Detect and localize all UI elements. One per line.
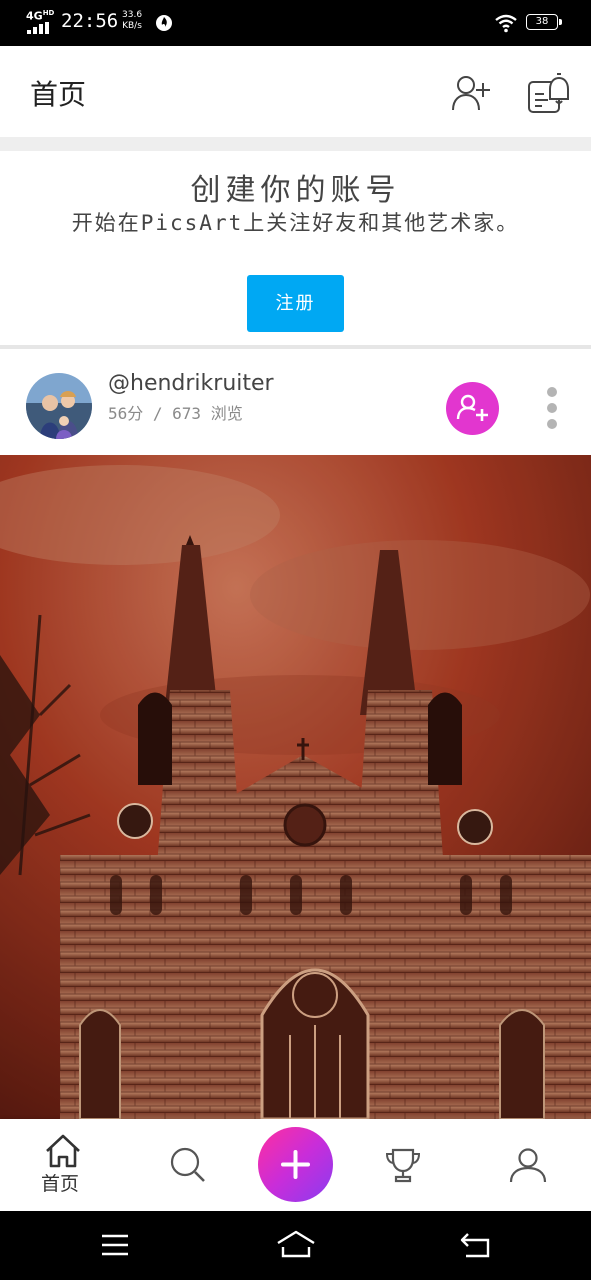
post-meta: 56分 / 673 浏览 xyxy=(108,404,243,423)
follow-button[interactable] xyxy=(446,382,499,435)
app-header: 首页 xyxy=(0,46,591,137)
network-speed: 33.6 KB/s xyxy=(122,10,142,32)
network-type: 4G xyxy=(26,9,43,23)
notification-bell-icon[interactable] xyxy=(526,72,570,116)
trophy-icon xyxy=(385,1148,421,1183)
page-title: 首页 xyxy=(30,78,87,111)
signup-subtitle: 开始在PicsArt上关注好友和其他艺术家。 xyxy=(71,211,520,235)
signup-title: 创建你的账号 xyxy=(190,173,401,208)
person-plus-icon[interactable] xyxy=(450,72,494,116)
nav-contests[interactable] xyxy=(365,1119,445,1211)
network-indicator: 4GHD xyxy=(26,9,54,23)
menu-icon[interactable] xyxy=(100,1233,130,1257)
section-divider xyxy=(0,137,591,151)
nav-profile[interactable] xyxy=(490,1119,570,1211)
back-icon[interactable] xyxy=(458,1231,492,1259)
system-navigation-bar xyxy=(0,1211,591,1280)
avatar[interactable] xyxy=(26,373,92,439)
add-icon xyxy=(281,1150,310,1179)
signup-button[interactable]: 注册 xyxy=(247,275,344,332)
speed-value: 33.6 xyxy=(122,10,143,20)
nav-search[interactable] xyxy=(150,1119,230,1211)
bottom-nav: 首页 xyxy=(0,1119,591,1211)
nav-home-label: 首页 xyxy=(41,1173,80,1195)
signal-icon xyxy=(27,22,51,34)
create-button[interactable] xyxy=(258,1127,333,1202)
wifi-icon xyxy=(495,14,517,33)
follow-person-plus-icon xyxy=(456,394,488,421)
more-vertical-icon[interactable] xyxy=(541,385,563,431)
post-image[interactable] xyxy=(0,455,591,1119)
clock: 22:56 xyxy=(61,10,119,32)
avatar-photo xyxy=(26,373,92,439)
signup-banner: 创建你的账号 开始在PicsArt上关注好友和其他艺术家。 注册 xyxy=(0,151,591,347)
speed-unit: KB/s xyxy=(122,21,142,31)
profile-icon xyxy=(509,1148,547,1183)
post-header: @hendrikruiter 56分 / 673 浏览 xyxy=(0,349,591,455)
app-notification-icon xyxy=(156,15,172,31)
post-username[interactable]: @hendrikruiter xyxy=(108,371,274,396)
network-tag: HD xyxy=(42,9,55,17)
cathedral-photo xyxy=(0,455,591,1119)
status-bar: 4GHD 22:56 33.6 KB/s 38 xyxy=(0,0,591,46)
search-icon xyxy=(170,1147,205,1182)
battery-indicator: 38 xyxy=(526,14,562,30)
nav-home[interactable]: 首页 xyxy=(20,1119,110,1211)
home-outline-icon[interactable] xyxy=(276,1229,316,1259)
home-icon xyxy=(46,1134,80,1168)
